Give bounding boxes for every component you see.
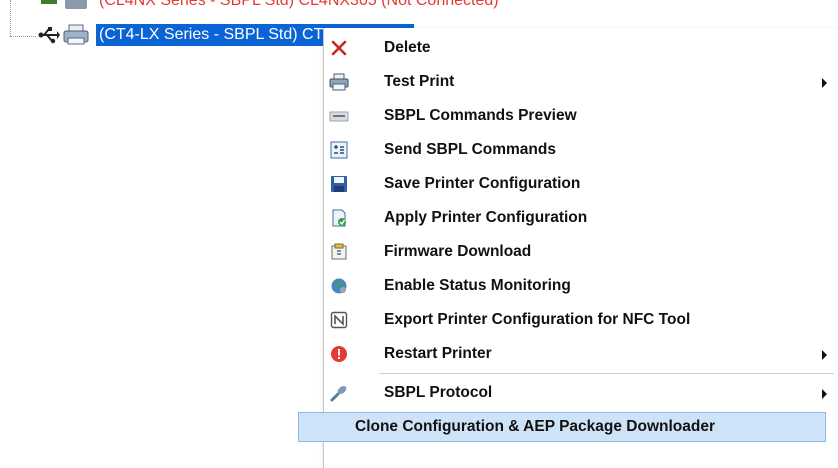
menu-item-delete[interactable]: Delete (324, 31, 838, 65)
usb-icon (38, 27, 60, 44)
menu-item-label: Enable Status Monitoring (384, 277, 571, 294)
tree-item-cl4nx[interactable]: (CL4NX Series - SBPL Std) CL4NX305 (Not … (0, 0, 600, 14)
submenu-arrow-icon (822, 350, 827, 360)
menu-item-sbpl-commands-preview[interactable]: SBPL Commands Preview (324, 99, 838, 133)
menu-item-export-nfc[interactable]: Export Printer Configuration for NFC Too… (324, 303, 838, 337)
menu-item-restart-printer[interactable]: Restart Printer (324, 337, 838, 371)
restart-alert-icon (328, 343, 350, 365)
menu-item-label: Firmware Download (384, 243, 532, 260)
menu-item-label: Clone Configuration & AEP Package Downlo… (355, 418, 715, 435)
send-commands-icon (328, 139, 350, 161)
menu-item-label: Save Printer Configuration (384, 175, 581, 192)
menu-item-label: Send SBPL Commands (384, 141, 556, 158)
printer-icon (65, 0, 87, 9)
submenu-arrow-icon (822, 78, 827, 88)
menu-item-label: Apply Printer Configuration (384, 209, 588, 226)
menu-item-label: Delete (384, 39, 431, 56)
protocol-icon (328, 382, 350, 404)
delete-x-icon (328, 37, 350, 59)
printer-icon (328, 71, 350, 93)
floppy-disk-icon (328, 173, 350, 195)
menu-item-save-printer-configuration[interactable]: Save Printer Configuration (324, 167, 838, 201)
usb-icon (41, 0, 57, 4)
menu-item-sbpl-protocol[interactable]: SBPL Protocol (324, 376, 838, 410)
menu-item-label: Restart Printer (384, 345, 492, 362)
menu-item-test-print[interactable]: Test Print (324, 65, 838, 99)
menu-item-enable-status-monitoring[interactable]: Enable Status Monitoring (324, 269, 838, 303)
preview-icon (328, 105, 350, 127)
menu-item-clone-configuration-aep[interactable]: Clone Configuration & AEP Package Downlo… (298, 410, 828, 444)
submenu-arrow-icon (822, 389, 827, 399)
menu-item-label: Export Printer Configuration for NFC Too… (384, 311, 691, 328)
globe-monitor-icon (328, 275, 350, 297)
tree-item-label: (CL4NX Series - SBPL Std) CL4NX305 (Not … (99, 0, 499, 9)
menu-item-label: SBPL Commands Preview (384, 107, 577, 124)
apply-config-icon (328, 207, 350, 229)
menu-item-label: SBPL Protocol (384, 384, 493, 401)
menu-item-apply-printer-configuration[interactable]: Apply Printer Configuration (324, 201, 838, 235)
menu-item-label: Test Print (384, 73, 455, 90)
menu-separator (379, 373, 834, 374)
menu-item-send-sbpl-commands[interactable]: Send SBPL Commands (324, 133, 838, 167)
menu-item-firmware-download[interactable]: Firmware Download (324, 235, 838, 269)
printer-icon (63, 24, 89, 45)
nfc-icon (328, 309, 350, 331)
context-menu: Delete Test Print SBPL Commands Preview … (298, 28, 838, 468)
firmware-icon (328, 241, 350, 263)
